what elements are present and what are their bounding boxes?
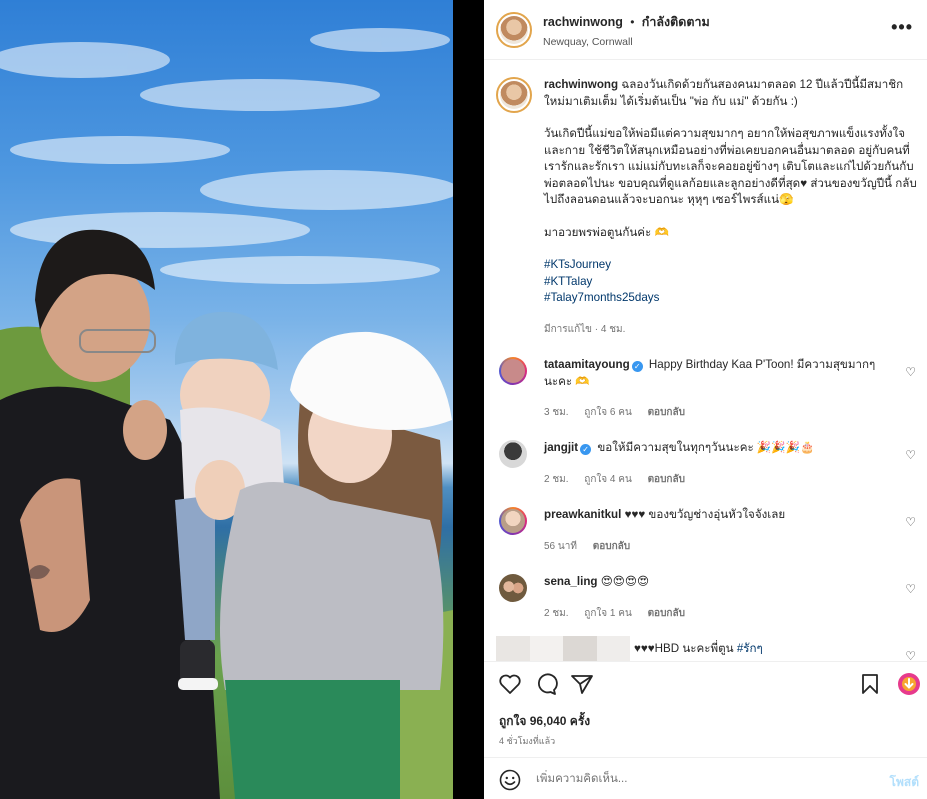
reply-button[interactable]: ตอบกลับ (593, 541, 630, 552)
comment-text: ♥♥♥HBD นะคะพี่ตูน (634, 642, 737, 655)
comment-text: 😍😍😍😍 (600, 575, 650, 588)
reply-button[interactable]: ตอบกลับ (648, 608, 685, 619)
like-count[interactable]: ถูกใจ 96,040 ครั้ง (499, 712, 590, 731)
add-comment-bar: โพสต์ (484, 757, 927, 799)
caption-edited-meta: มีการแก้ไข · 4 ชม. (544, 324, 626, 335)
hashtag-link[interactable]: #KTTalay (544, 274, 924, 291)
caption-avatar[interactable] (496, 77, 532, 113)
commenter-avatar[interactable] (499, 507, 527, 535)
caption-username[interactable]: rachwinwong (544, 78, 618, 91)
comment-input[interactable] (536, 769, 866, 789)
following-button[interactable]: กำลังติดตาม (642, 15, 710, 29)
hashtag-link[interactable]: #Talay7months25days (544, 290, 924, 307)
caption-paragraph-3: มาอวยพรพ่อตูนกันค่ะ 🫶 (544, 225, 669, 239)
post-comment-button[interactable]: โพสต์ (890, 773, 919, 792)
post-actions: ถูกใจ 96,040 ครั้ง 4 ชั่วโมงที่แล้ว (484, 661, 927, 756)
comment-likes[interactable]: ถูกใจ 6 คน (584, 407, 632, 418)
emoji-icon[interactable] (499, 769, 521, 791)
post-photo[interactable] (0, 0, 453, 799)
caption-text: rachwinwong ฉลองวันเกิดด้วยกันสองคนมาตลอ… (544, 77, 924, 307)
blurred-commenter (496, 636, 630, 661)
commenter-username[interactable]: preawkanitkul (544, 508, 621, 521)
commenter-avatar[interactable] (499, 574, 527, 602)
comments-scroll-area[interactable]: rachwinwong ฉลองวันเกิดด้วยกันสองคนมาตลอ… (484, 61, 927, 661)
commenter-username[interactable]: sena_ling (544, 575, 597, 588)
comment-text: ขอให้มีความสุขในทุกๆวันนะคะ 🎉🎉🎉🎂 (597, 441, 815, 454)
author-avatar[interactable] (496, 11, 532, 48)
save-bookmark-icon[interactable] (860, 673, 880, 695)
hashtag-link[interactable]: #KTsJourney (544, 257, 924, 274)
verified-badge-icon: ✓ (580, 444, 592, 455)
comment-time[interactable]: 56 นาที (544, 541, 577, 552)
comment-likes[interactable]: ถูกใจ 1 คน (584, 608, 632, 619)
comment-time[interactable]: 3 ชม. (544, 407, 569, 418)
post-timestamp[interactable]: 4 ชั่วโมงที่แล้ว (499, 734, 555, 748)
more-options-icon[interactable]: ••• (891, 17, 913, 38)
commenter-avatar[interactable] (499, 440, 527, 468)
post-header: rachwinwong • กำลังติดตาม Newquay, Cornw… (484, 0, 927, 60)
caption-paragraph-2: วันเกิดปีนี้แม่ขอให้พ่อมีแต่ความสุขมากๆ … (544, 127, 917, 206)
like-comment-icon[interactable]: ♡ (905, 582, 916, 596)
commenter-avatar[interactable] (499, 357, 527, 385)
comment-text: ♥♥♥ ของขวัญช่างอุ่นหัวใจจังเลย (624, 508, 786, 521)
reply-button[interactable]: ตอบกลับ (648, 407, 685, 418)
like-comment-icon[interactable]: ♡ (905, 365, 916, 379)
verified-badge-icon: ✓ (631, 361, 643, 372)
comment-time[interactable]: 2 ชม. (544, 608, 569, 619)
like-heart-icon[interactable] (498, 673, 522, 695)
reply-button[interactable]: ตอบกลับ (648, 474, 685, 485)
commenter-username[interactable]: tataamitayoung (544, 358, 630, 371)
download-extension-icon[interactable] (897, 672, 921, 696)
like-comment-icon[interactable]: ♡ (905, 515, 916, 529)
comment-time[interactable]: 2 ชม. (544, 474, 569, 485)
post-location[interactable]: Newquay, Cornwall (543, 36, 710, 48)
comment-bubble-icon[interactable] (534, 673, 558, 695)
like-comment-icon[interactable]: ♡ (905, 649, 916, 661)
comment-meta: 2 ชม. ถูกใจ 1 คน ตอบกลับ (544, 606, 698, 621)
photo-illustration (0, 28, 453, 799)
share-paper-plane-icon[interactable] (570, 673, 594, 695)
commenter-username[interactable]: jangjit (544, 441, 578, 454)
separator-dot: • (630, 14, 635, 29)
like-comment-icon[interactable]: ♡ (905, 448, 916, 462)
caption: rachwinwong ฉลองวันเกิดด้วยกันสองคนมาตลอ… (496, 77, 917, 304)
comment-meta: 2 ชม. ถูกใจ 4 คน ตอบกลับ (544, 472, 698, 487)
comment-likes[interactable]: ถูกใจ 4 คน (584, 474, 632, 485)
comment-meta: 56 นาที ตอบกลับ (544, 539, 643, 554)
post-sidebar: rachwinwong • กำลังติดตาม Newquay, Cornw… (484, 0, 927, 799)
author-username[interactable]: rachwinwong (543, 15, 623, 29)
hashtag-link[interactable]: #รักๆ (737, 642, 763, 655)
comment-meta: 3 ชม. ถูกใจ 6 คน ตอบกลับ (544, 405, 698, 420)
